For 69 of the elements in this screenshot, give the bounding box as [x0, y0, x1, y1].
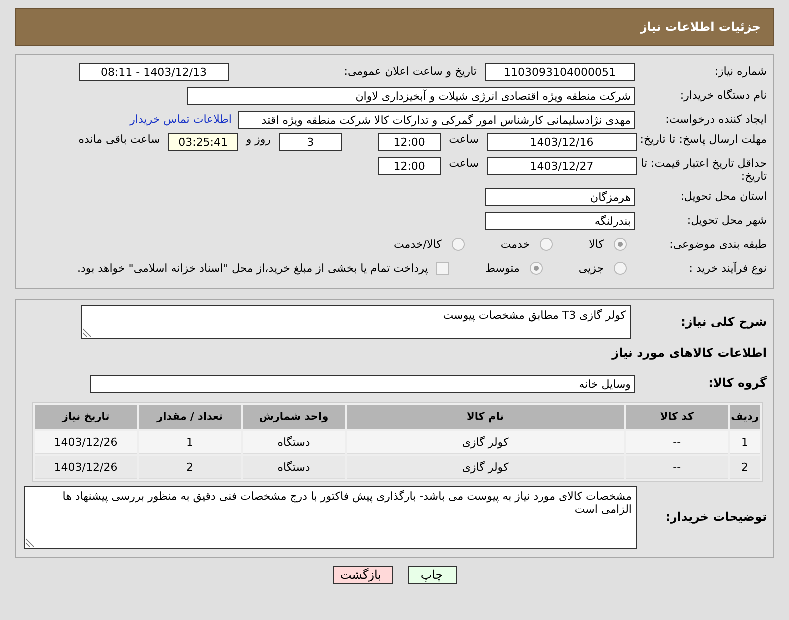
- table-cell: --: [626, 456, 728, 479]
- resize-grip-icon[interactable]: [83, 328, 92, 337]
- buyer-contact-link[interactable]: اطلاعات تماس خریدار: [130, 113, 238, 126]
- need-number-field: 1103093104000051: [485, 62, 635, 80]
- description-field[interactable]: کولر گازی T3 مطابق مشخصات پیوست: [81, 305, 631, 339]
- field-label: طبقه بندی موضوعی:: [668, 238, 768, 251]
- remaining-time-field: 03:25:41: [168, 133, 238, 151]
- city-field: بندرلنگه: [485, 212, 635, 230]
- field-label: نام دستگاه خریدار:: [679, 89, 768, 102]
- radio-button[interactable]: [540, 238, 554, 251]
- table-cell: 2: [730, 456, 760, 479]
- field-label: مهلت ارسال پاسخ: تا تاریخ:: [639, 133, 768, 146]
- radio-label: خدمت: [500, 238, 530, 251]
- goods-group-field: وسایل خانه: [90, 374, 635, 392]
- radio-button[interactable]: [530, 262, 543, 275]
- table-cell: --: [626, 431, 728, 454]
- table-cell: 1403/12/26: [35, 456, 137, 479]
- remaining-label: ساعت باقی مانده: [78, 133, 162, 146]
- field-label: شماره نیاز:: [714, 65, 768, 78]
- radio-label: کالا/خدمت: [394, 238, 442, 251]
- field-label: استان محل تحویل:: [680, 190, 768, 203]
- table-cell: دستگاه: [243, 431, 345, 454]
- column-header: تاریخ نیاز: [35, 405, 137, 429]
- field-label: نوع فرآیند خرید :: [688, 262, 768, 275]
- section-title: اطلاعات کالاهای مورد نیاز: [612, 346, 768, 360]
- radio-button[interactable]: [452, 238, 465, 251]
- checkbox-label: پرداخت تمام یا بخشی از مبلغ خرید،از محل "اسناد خزانه اسلامی" خواهد بود.: [78, 262, 428, 275]
- days-field: 3: [279, 133, 342, 151]
- radio-button[interactable]: [614, 262, 627, 275]
- radio-label: جزیی: [578, 262, 604, 275]
- radio-label: متوسط: [485, 262, 520, 275]
- table-cell: دستگاه: [243, 456, 345, 479]
- announce-date-field: 1403/12/13 - 08:11: [79, 62, 229, 80]
- deadline-date-field: 1403/12/16: [487, 133, 637, 151]
- resize-grip-icon[interactable]: [26, 538, 35, 547]
- field-label: شهر محل تحویل:: [686, 214, 768, 227]
- buyer-org-field: شرکت منطقه ویژه اقتصادی انرژی شیلات و آبخیزداری لاوان: [187, 86, 635, 104]
- column-header: ردیف: [730, 405, 760, 429]
- column-header: تعداد / مقدار: [139, 405, 241, 429]
- radio-label: کالا: [589, 238, 604, 251]
- column-header: واحد شمارش: [243, 405, 345, 429]
- days-label: روز و: [244, 133, 272, 146]
- validity-time-field: 12:00: [378, 157, 442, 175]
- table-cell: کولر گازی: [347, 456, 624, 479]
- table-cell: 1: [139, 431, 241, 454]
- page-title: جزئیات اطلاعات نیاز: [640, 20, 761, 34]
- time-label: ساعت: [448, 133, 480, 146]
- radio-button[interactable]: [614, 238, 627, 251]
- column-header: نام کالا: [347, 405, 624, 429]
- field-label: گروه کالا:: [708, 377, 768, 390]
- field-label: توضیحات خریدار:: [664, 511, 768, 524]
- province-field: هرمزگان: [485, 188, 635, 206]
- validity-date-field: 1403/12/27: [487, 157, 637, 175]
- requester-field: مهدی نژادسلیمانی کارشناس امور گمرکی و تدارکات کالا شرکت منطقه ویژه اقتد: [238, 110, 635, 128]
- buyer-notes-field[interactable]: مشخصات کالای مورد نیاز به پیوست می باشد- بارگذاری پیش فاکتور با درج مشخصات فنی دقیق به منظور بررسی پیشنهاد ها الزامی است: [24, 486, 637, 549]
- table-cell: 2: [139, 456, 241, 479]
- back-button[interactable]: بازگشت: [332, 566, 392, 584]
- field-label: حداقل تاریخ اعتبار قیمت: تا تاریخ:: [640, 157, 768, 183]
- table-cell: 1403/12/26: [35, 431, 137, 454]
- table-cell: کولر گازی: [347, 431, 624, 454]
- time-label: ساعت: [448, 157, 480, 170]
- field-label: ایجاد کننده درخواست:: [664, 113, 768, 126]
- table-cell: 1: [730, 431, 760, 454]
- print-button[interactable]: چاپ: [408, 566, 456, 584]
- checkbox[interactable]: [436, 262, 450, 275]
- field-label: تاریخ و ساعت اعلان عمومی:: [343, 65, 478, 78]
- deadline-time-field: 12:00: [378, 133, 442, 151]
- column-header: کد کالا: [626, 405, 728, 429]
- field-label: شرح کلی نیاز:: [680, 316, 768, 328]
